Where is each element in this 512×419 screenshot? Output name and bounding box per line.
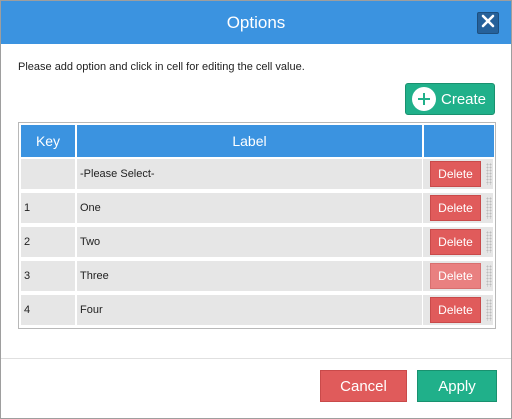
create-button-label: Create (441, 90, 487, 108)
key-cell[interactable]: 4 (21, 295, 75, 325)
label-cell[interactable]: One (77, 193, 422, 223)
dialog-titlebar: Options (1, 1, 511, 44)
apply-button[interactable]: Apply (417, 370, 497, 402)
action-cell: Delete (423, 261, 493, 291)
action-cell: Delete (423, 295, 493, 325)
dialog-title: Options (226, 13, 286, 32)
instructions-text: Please add option and click in cell for … (18, 61, 305, 73)
label-cell[interactable]: Two (77, 227, 422, 257)
key-cell[interactable]: 2 (21, 227, 75, 257)
drag-handle-icon[interactable] (486, 299, 492, 321)
label-cell[interactable]: -Please Select- (77, 159, 422, 189)
options-table: Key Label -Please Select- Delete 1 One D… (18, 122, 496, 329)
key-cell[interactable]: 1 (21, 193, 75, 223)
key-cell[interactable]: 3 (21, 261, 75, 291)
table-row: 2 Two Delete (19, 227, 495, 259)
action-cell: Delete (423, 227, 493, 257)
delete-button[interactable]: Delete (430, 195, 481, 221)
delete-button[interactable]: Delete (430, 229, 481, 255)
table-row: 4 Four Delete (19, 295, 495, 327)
delete-button[interactable]: Delete (430, 161, 481, 187)
delete-button[interactable]: Delete (430, 297, 481, 323)
label-cell[interactable]: Three (77, 261, 422, 291)
delete-button[interactable]: Delete (430, 263, 481, 289)
action-cell: Delete (423, 193, 493, 223)
table-row: 3 Three Delete (19, 261, 495, 293)
table-row: 1 One Delete (19, 193, 495, 225)
options-dialog: Options Please add option and click in c… (0, 0, 512, 419)
close-icon (481, 14, 495, 33)
create-button[interactable]: Create (405, 83, 495, 115)
action-cell: Delete (423, 159, 493, 189)
cancel-button[interactable]: Cancel (320, 370, 407, 402)
plus-circle-icon (412, 87, 436, 111)
drag-handle-icon[interactable] (486, 197, 492, 219)
close-button[interactable] (477, 12, 499, 34)
label-cell[interactable]: Four (77, 295, 422, 325)
table-row: -Please Select- Delete (19, 159, 495, 191)
key-cell[interactable] (21, 159, 75, 189)
drag-handle-icon[interactable] (486, 163, 492, 185)
column-header-label: Label (77, 125, 422, 157)
column-header-actions (424, 125, 494, 157)
column-header-key: Key (21, 125, 75, 157)
footer-divider (1, 358, 511, 359)
drag-handle-icon[interactable] (486, 231, 492, 253)
drag-handle-icon[interactable] (486, 265, 492, 287)
